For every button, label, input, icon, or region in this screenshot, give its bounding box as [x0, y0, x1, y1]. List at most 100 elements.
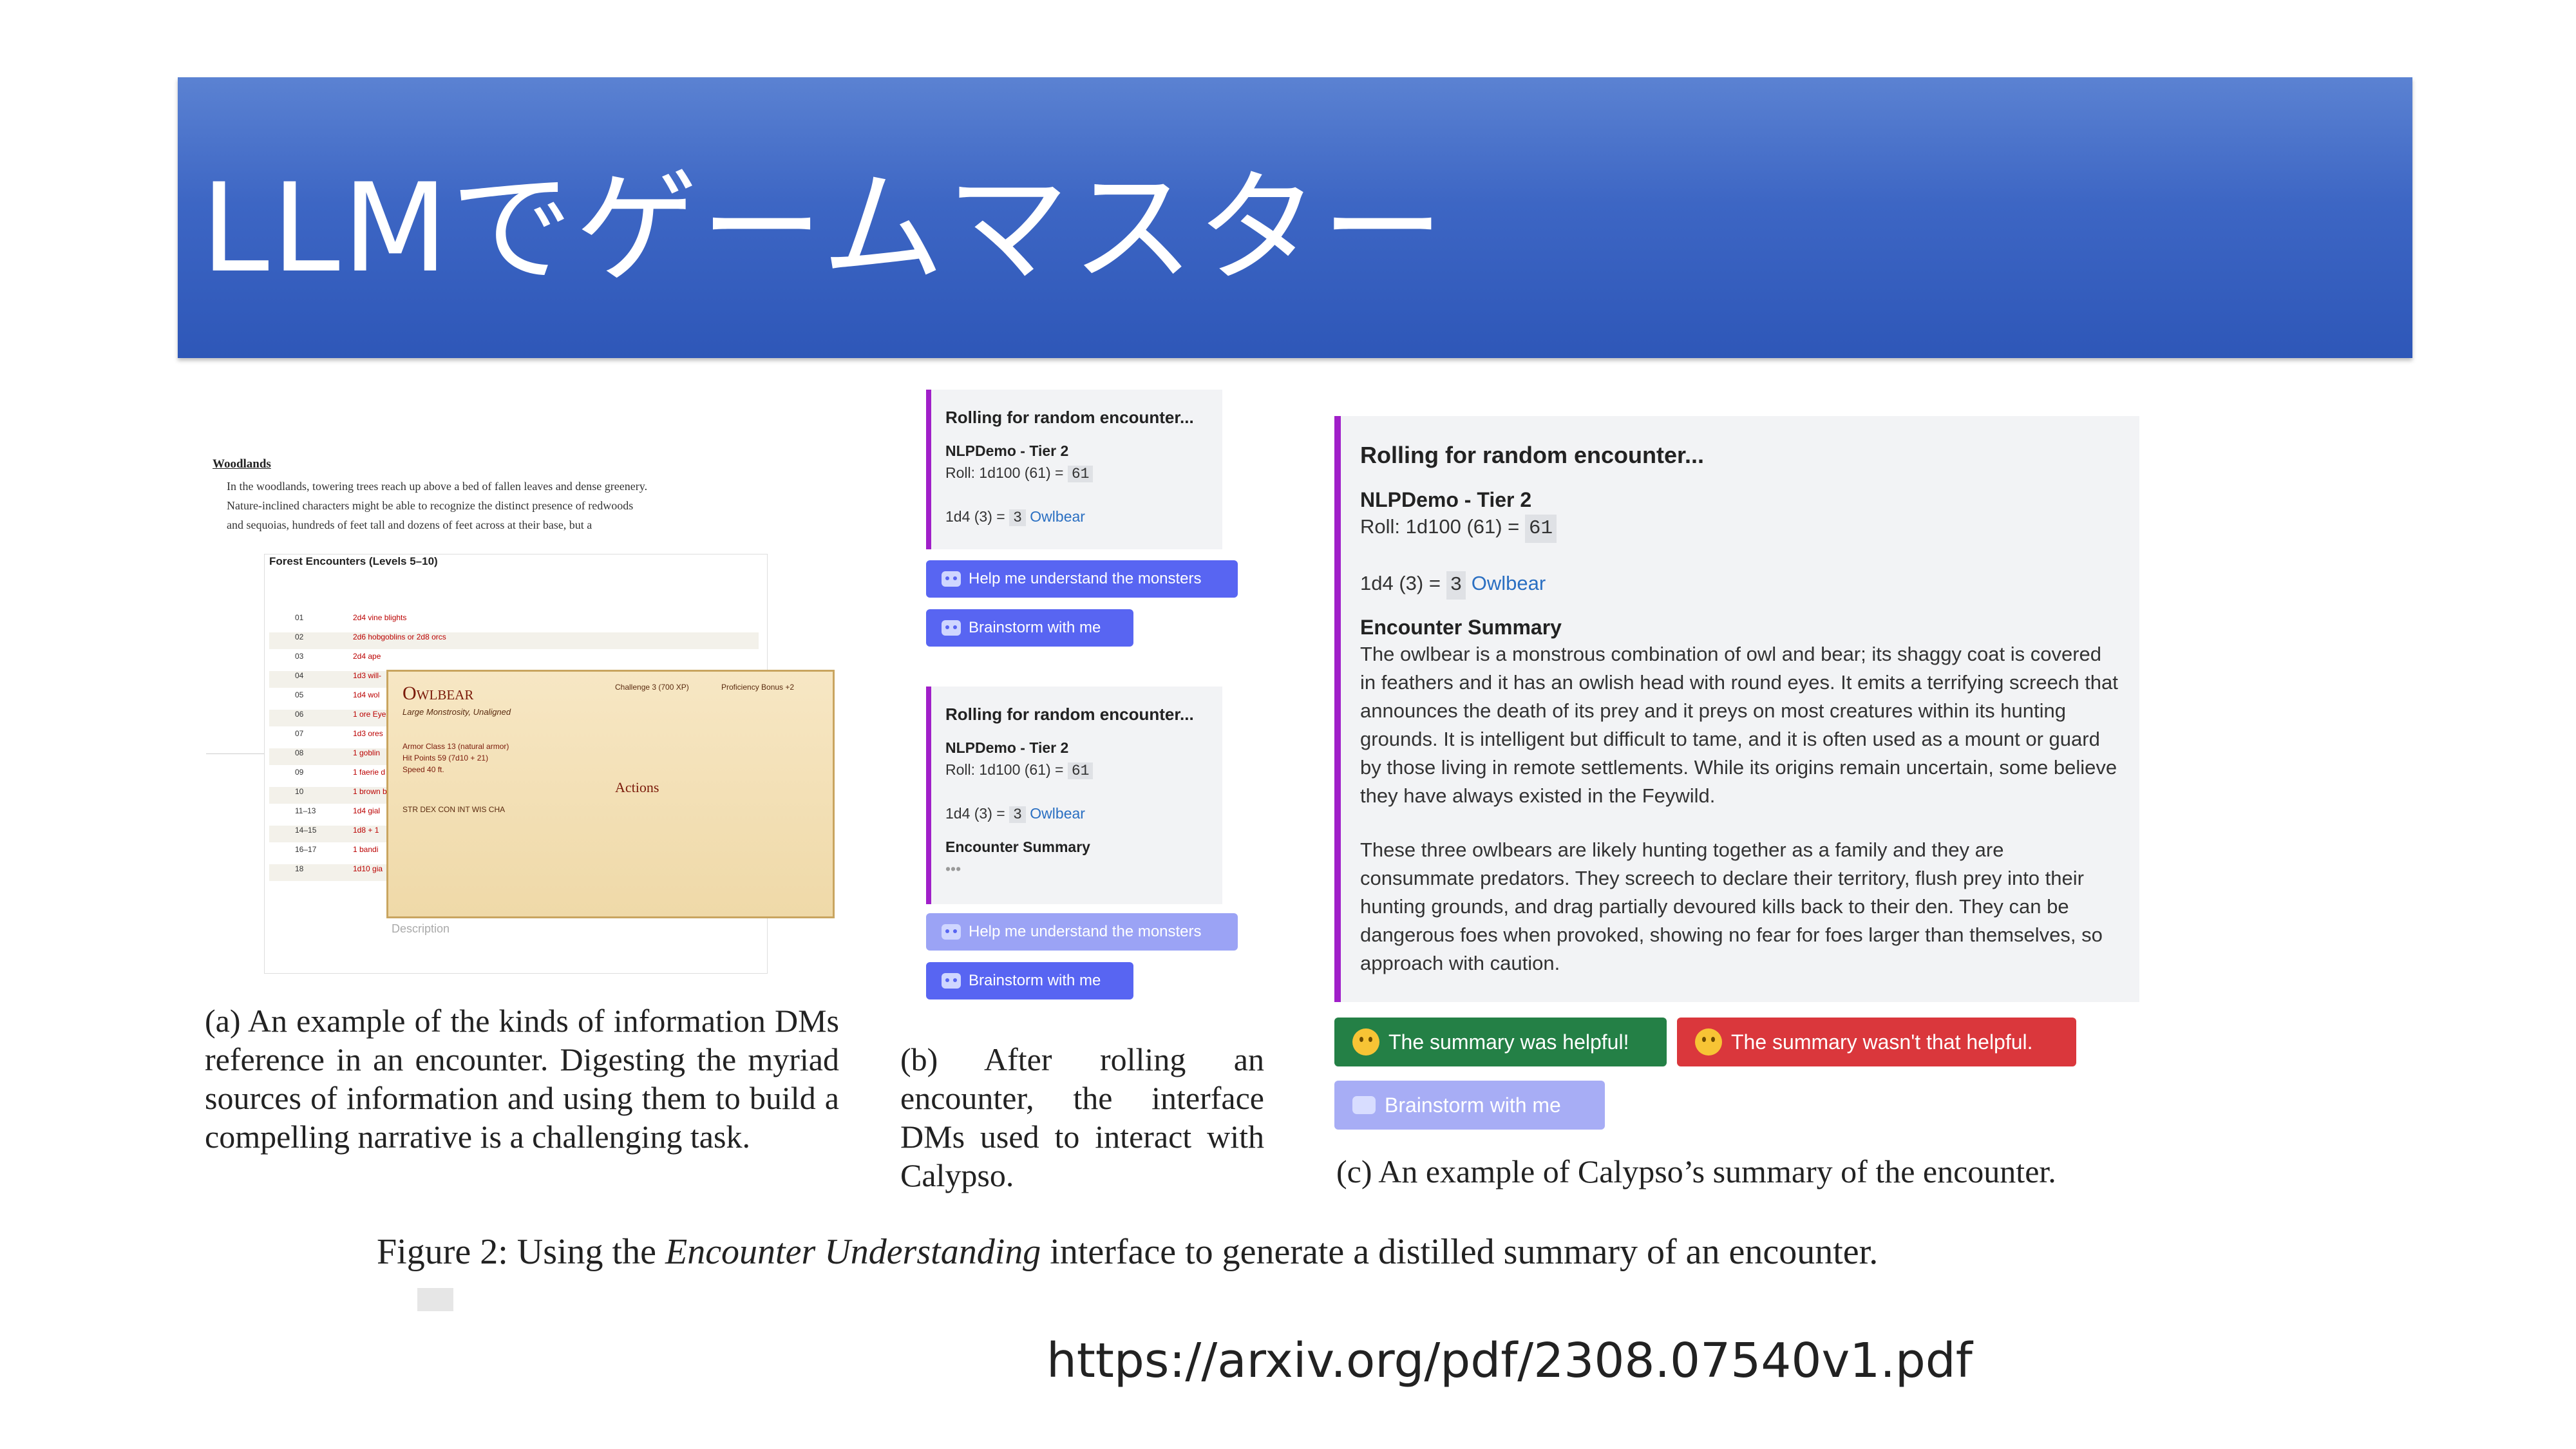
- monster-link[interactable]: Owlbear: [1030, 508, 1085, 525]
- table-cell-encounter: 1 brown b: [353, 787, 387, 796]
- button-label: The summary was helpful!: [1388, 1030, 1629, 1054]
- summary-paragraph-2: These three owlbears are likely hunting …: [1360, 838, 2103, 974]
- card-roll: Roll: 1d100 (61) = 61: [1360, 513, 1557, 543]
- encounter-table-title: Forest Encounters (Levels 5–10): [269, 555, 438, 567]
- table-cell-encounter: 1d10 gia: [353, 864, 383, 873]
- caption-italic: Encounter Understanding: [665, 1232, 1041, 1272]
- table-row: 01 2d4 vine blights: [269, 613, 759, 630]
- card-title: Rolling for random encounter...: [945, 705, 1194, 724]
- table-cell-roll: 18: [295, 864, 304, 873]
- caption-c: (c) An example of Calypso’s summary of t…: [1336, 1153, 2056, 1189]
- d4-label: 1d4 (3) =: [945, 508, 1010, 525]
- brainstorm-button-2[interactable]: Brainstorm with me: [926, 962, 1133, 999]
- encounter-card-1: Rolling for random encounter... NLPDemo …: [926, 390, 1222, 549]
- table-cell-encounter: 1 ore Eye: [353, 710, 386, 719]
- woodlands-text: In the woodlands, towering trees reach u…: [227, 480, 648, 531]
- caption-b: (b) After rolling an encounter, the inte…: [900, 1041, 1264, 1193]
- d4-label: 1d4 (3) =: [945, 805, 1010, 822]
- statblock-abilities: STR DEX CON INT WIS CHA: [402, 805, 506, 814]
- grin-emoji-icon: [1352, 1028, 1379, 1056]
- table-cell-roll: 02: [295, 632, 304, 641]
- table-cell-roll: 09: [295, 768, 304, 777]
- statblock-actions: Actions: [615, 779, 659, 795]
- card-title: Rolling for random encounter...: [945, 408, 1194, 427]
- roll-label: Roll: 1d100 (61) =: [945, 464, 1068, 481]
- slide-title: LLMでゲームマスター: [201, 157, 1446, 299]
- encounter-card-2: Rolling for random encounter... NLPDemo …: [926, 687, 1222, 904]
- figure-caption: Figure 2: Using the Encounter Understand…: [377, 1231, 1878, 1273]
- card-subtitle: NLPDemo - Tier 2: [945, 442, 1069, 459]
- robot-icon: [1352, 1096, 1376, 1114]
- table-cell-encounter: 1 bandi: [353, 845, 379, 854]
- statblock-challenge: Challenge 3 (700 XP): [615, 683, 689, 692]
- table-cell-roll: 06: [295, 710, 304, 719]
- robot-icon: [942, 973, 961, 989]
- table-cell-encounter: 2d6 hobgoblins or 2d8 orcs: [353, 632, 446, 641]
- table-row: 02 2d6 hobgoblins or 2d8 orcs: [269, 632, 759, 649]
- table-cell-roll: 08: [295, 748, 304, 757]
- table-cell-roll: 14–15: [295, 826, 317, 835]
- robot-icon: [942, 924, 961, 940]
- card-roll: Roll: 1d100 (61) = 61: [945, 464, 1094, 482]
- statblock-hp: Hit Points 59 (7d10 + 21): [402, 753, 489, 762]
- button-label: Brainstorm with me: [969, 972, 1101, 989]
- caption-prefix: Figure 2: Using the: [377, 1232, 665, 1272]
- woodlands-heading: Woodlands: [213, 457, 271, 471]
- brainstorm-button[interactable]: Brainstorm with me: [926, 609, 1133, 647]
- statblock-type: Large Monstrosity, Unaligned: [402, 707, 511, 717]
- card-d4: 1d4 (3) = 3 Owlbear: [945, 508, 1085, 526]
- table-cell-roll: 01: [295, 613, 304, 622]
- table-cell-roll: 11–13: [295, 806, 316, 815]
- table-cell-roll: 07: [295, 729, 304, 738]
- understand-monsters-button-disabled[interactable]: Help me understand the monsters: [926, 913, 1238, 951]
- roll-label: Roll: 1d100 (61) =: [945, 761, 1068, 778]
- button-label: Brainstorm with me: [1385, 1093, 1561, 1117]
- card-subtitle: NLPDemo - Tier 2: [945, 739, 1069, 756]
- summary-label: Encounter Summary: [945, 838, 1090, 855]
- caption-a: (a) An example of the kinds of informati…: [205, 1003, 839, 1155]
- card-roll: Roll: 1d100 (61) = 61: [945, 761, 1094, 779]
- card-d4: 1d4 (3) = 3 Owlbear: [945, 805, 1085, 823]
- button-label: Help me understand the monsters: [969, 570, 1202, 587]
- d4-value: 3: [1009, 509, 1026, 526]
- table-cell-encounter: 1 goblin: [353, 748, 381, 757]
- robot-icon: [942, 620, 961, 636]
- description-label: Description: [392, 922, 450, 935]
- card-title: Rolling for random encounter...: [1360, 442, 1705, 468]
- statblock-stats: Armor Class 13 (natural armor) Hit Point…: [402, 741, 596, 775]
- roll-label: Roll: 1d100 (61) =: [1360, 515, 1525, 538]
- placeholder-box: [417, 1288, 453, 1311]
- source-url[interactable]: https://arxiv.org/pdf/2308.07540v1.pdf: [1046, 1333, 1973, 1388]
- d4-label: 1d4 (3) =: [1360, 572, 1446, 594]
- brainstorm-button-3[interactable]: Brainstorm with me: [1334, 1081, 1605, 1130]
- monster-link[interactable]: Owlbear: [1030, 805, 1085, 822]
- monster-link[interactable]: Owlbear: [1472, 572, 1546, 594]
- summary-card: Rolling for random encounter... NLPDemo …: [1334, 416, 2139, 1002]
- card-subtitle: NLPDemo - Tier 2: [1360, 488, 1532, 511]
- button-label: Brainstorm with me: [969, 619, 1101, 636]
- roll-value: 61: [1067, 466, 1094, 482]
- understand-monsters-button[interactable]: Help me understand the monsters: [926, 560, 1238, 598]
- helpful-button[interactable]: The summary was helpful!: [1334, 1018, 1667, 1066]
- table-cell-encounter: 2d4 vine blights: [353, 613, 407, 622]
- table-row: 03 2d4 ape: [269, 652, 759, 668]
- table-cell-encounter: 1 faerie d: [353, 768, 386, 777]
- caption-suffix: interface to generate a distilled summar…: [1041, 1232, 1879, 1272]
- d4-value: 3: [1009, 806, 1026, 823]
- roll-value: 61: [1524, 515, 1557, 543]
- sad-emoji-icon: [1695, 1028, 1722, 1056]
- robot-icon: [942, 571, 961, 587]
- roll-value: 61: [1067, 762, 1094, 779]
- table-cell-roll: 03: [295, 652, 304, 661]
- card-accent-bar: [1334, 416, 1341, 1002]
- table-cell-encounter: 1d3 ores: [353, 729, 383, 738]
- card-d4: 1d4 (3) = 3 Owlbear: [1360, 569, 1546, 600]
- card-accent-bar: [926, 390, 931, 549]
- loading-dots: •••: [945, 860, 961, 877]
- table-cell-roll: 05: [295, 690, 304, 699]
- table-cell-roll: 04: [295, 671, 304, 680]
- table-cell-roll: 16–17: [295, 845, 317, 854]
- table-cell-encounter: 1d4 wol: [353, 690, 380, 699]
- unhelpful-button[interactable]: The summary wasn't that helpful.: [1677, 1018, 2076, 1066]
- summary-paragraph-1: The owlbear is a monstrous combination o…: [1360, 643, 2118, 807]
